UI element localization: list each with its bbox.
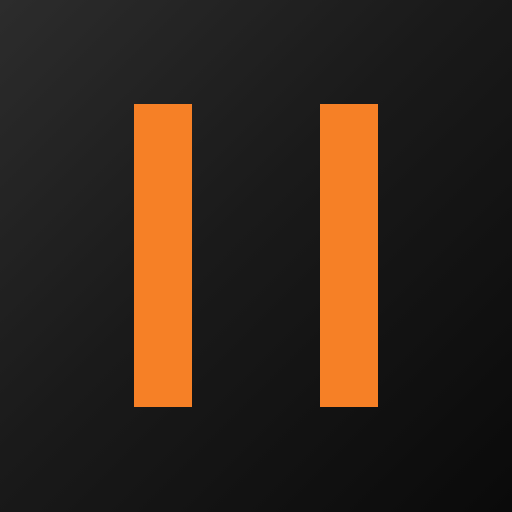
pause-bar-right [320,104,378,407]
pause-icon[interactable] [0,0,512,512]
pause-bar-left [134,104,192,407]
app-icon[interactable] [0,0,512,512]
